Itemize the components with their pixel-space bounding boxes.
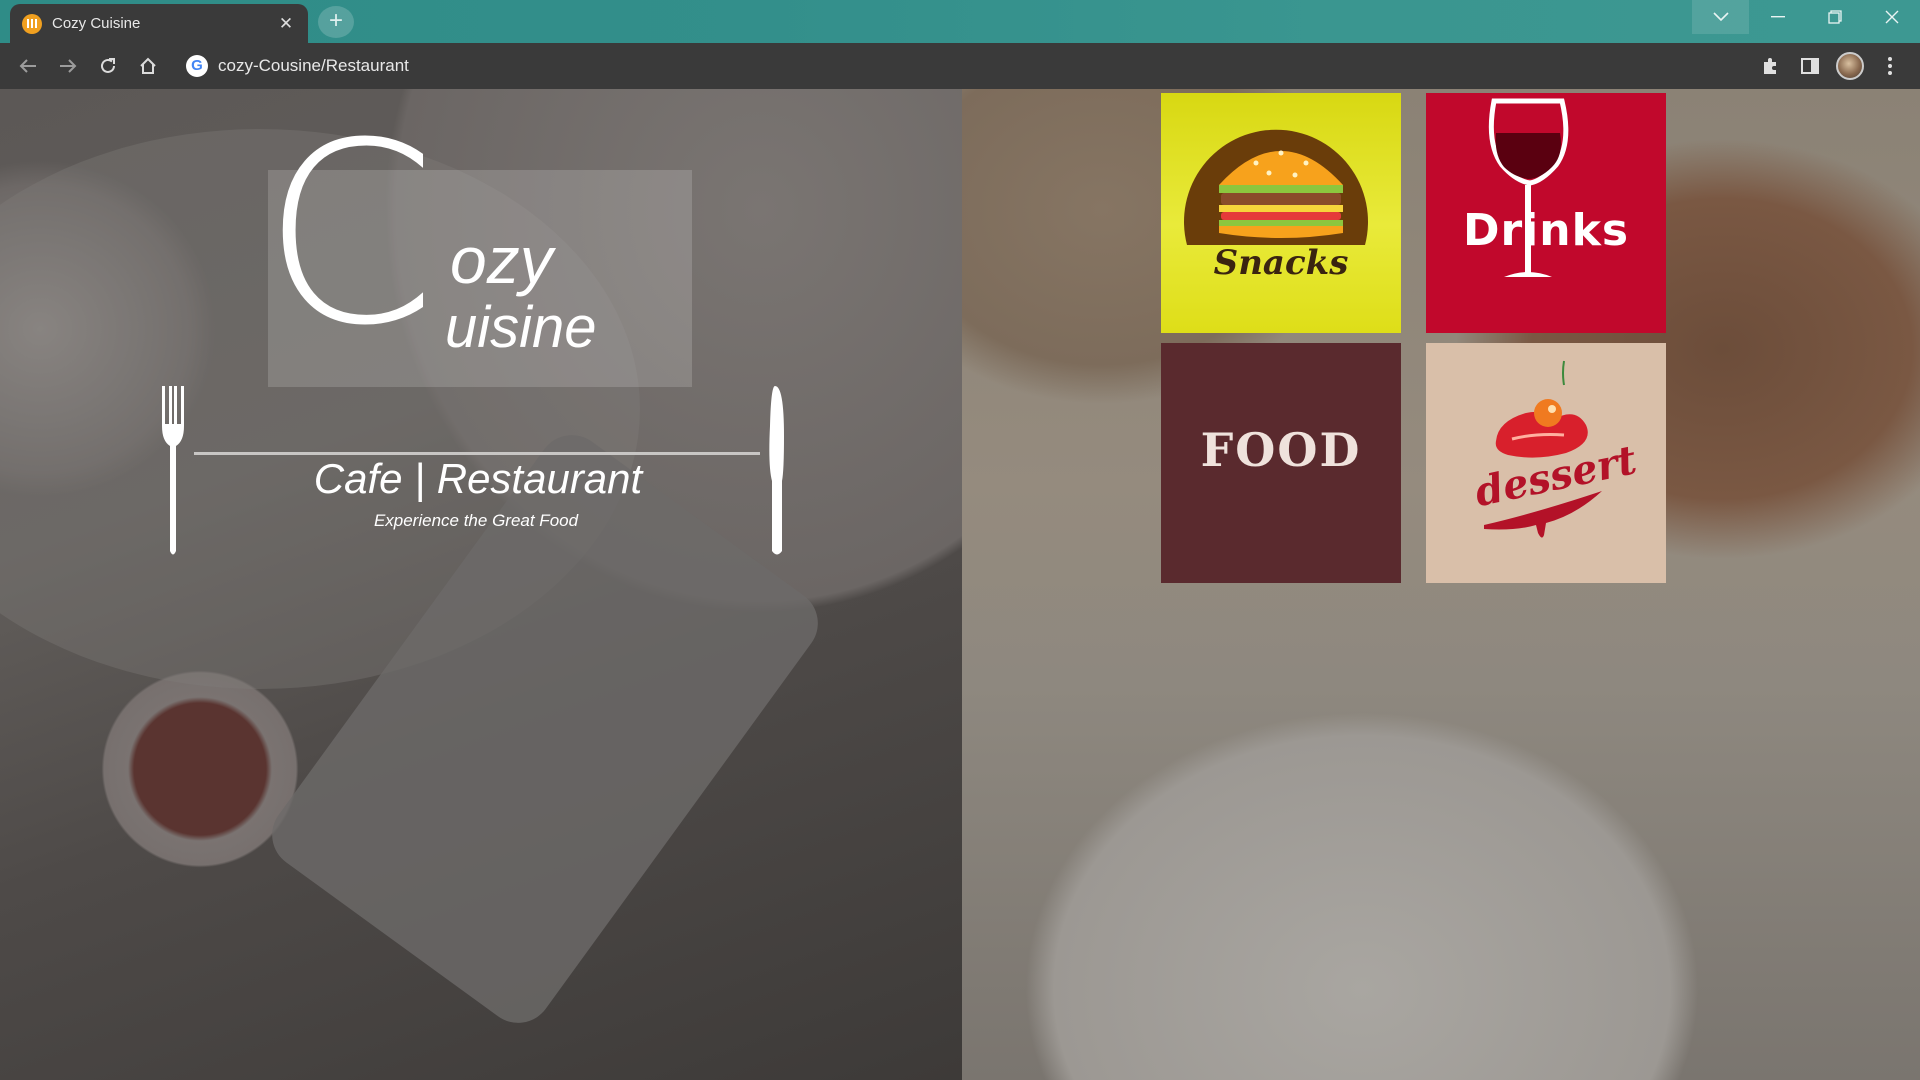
tab-strip: Cozy Cuisine ✕ + — [0, 0, 1920, 43]
logo-line-1: ozy — [450, 223, 553, 297]
logo-initial: C — [262, 89, 437, 380]
dessert-tile[interactable]: dessert — [1426, 343, 1666, 583]
tagline-text: Cafe | Restaurant — [313, 455, 643, 502]
browser-toolbar: G cozy-Cousine/Restaurant — [0, 43, 1920, 89]
drinks-label: Drinks — [1462, 205, 1630, 256]
google-icon: G — [186, 55, 208, 77]
dessert-drip-icon — [1484, 491, 1602, 538]
tab-search-chevron-icon[interactable] — [1692, 0, 1749, 34]
address-bar[interactable]: G cozy-Cousine/Restaurant — [176, 48, 1736, 84]
tab-close-icon[interactable]: ✕ — [276, 14, 296, 34]
snacks-label: Snacks — [1213, 243, 1349, 283]
food-tile[interactable]: FOOD — [1161, 343, 1401, 583]
restore-icon[interactable] — [1806, 0, 1863, 34]
snacks-tile[interactable]: Snacks — [1161, 93, 1401, 333]
burger-icon — [1184, 129, 1368, 245]
back-arrow-icon[interactable] — [8, 46, 48, 86]
close-window-icon[interactable] — [1863, 0, 1920, 34]
restaurant-favicon-icon — [22, 13, 42, 34]
drinks-tile[interactable]: Drinks — [1426, 93, 1666, 333]
forward-arrow-icon[interactable] — [48, 46, 88, 86]
browser-tab[interactable]: Cozy Cuisine ✕ — [10, 4, 308, 43]
tab-title: Cozy Cuisine — [52, 15, 141, 32]
logo-line-2: uisine — [445, 295, 597, 360]
reload-icon[interactable] — [88, 46, 128, 86]
minimize-icon[interactable] — [1749, 0, 1806, 34]
window-controls — [1692, 0, 1920, 34]
new-tab-button[interactable]: + — [318, 6, 354, 38]
home-icon[interactable] — [128, 46, 168, 86]
kebab-menu-icon[interactable] — [1870, 48, 1910, 84]
subtagline: Experience the Great Food — [373, 511, 579, 530]
extensions-puzzle-icon[interactable] — [1750, 48, 1790, 84]
tagline: Cafe | Restaurant — [0, 455, 962, 503]
url-text: cozy-Cousine/Restaurant — [218, 56, 409, 75]
profile-avatar[interactable] — [1830, 48, 1870, 84]
side-panel-icon[interactable] — [1790, 48, 1830, 84]
food-label: FOOD — [1200, 423, 1362, 477]
